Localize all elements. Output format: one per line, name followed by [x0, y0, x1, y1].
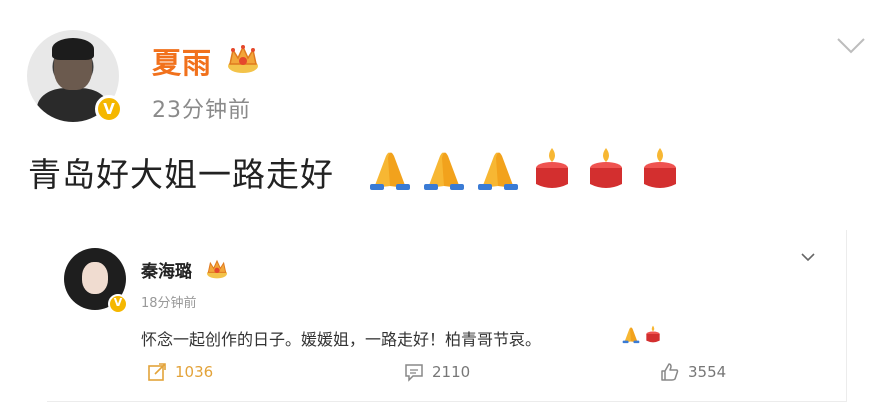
post-timestamp: 23分钟前 — [152, 98, 251, 123]
vip-crown-icon — [207, 259, 227, 279]
like-button[interactable]: 3554 — [660, 362, 726, 382]
repost-text: 怀念一起创作的日子。媛媛姐，一路走好！柏青哥节哀。 — [141, 330, 542, 349]
candle-emoji-icon — [644, 148, 676, 188]
candle-emoji-icon — [536, 148, 568, 188]
post-text: 青岛好大姐一路走好 — [28, 155, 334, 194]
like-count: 3554 — [688, 363, 727, 381]
post-emoji-row — [366, 146, 684, 190]
comment-button[interactable]: 2110 — [404, 362, 470, 382]
chevron-down-icon[interactable] — [801, 252, 815, 262]
comment-count: 2110 — [432, 363, 471, 381]
pray-emoji-icon — [478, 152, 518, 190]
repost-author-name[interactable]: 秦海璐 — [141, 257, 192, 282]
pray-emoji-icon — [424, 152, 464, 190]
repost-timestamp: 18分钟前 — [141, 296, 197, 311]
verified-badge-icon: V — [108, 294, 128, 314]
action-bar: 1036 2110 3554 — [47, 362, 847, 390]
vip-crown-icon — [228, 45, 258, 73]
post-author-name[interactable]: 夏雨 — [152, 40, 212, 82]
repost-card[interactable]: V 秦海璐 18分钟前 怀念一起创作的日子。媛媛姐，一路走好！柏青哥节哀。 10… — [47, 230, 847, 402]
share-icon — [148, 363, 166, 381]
repost-emoji-row — [621, 324, 663, 344]
chevron-down-icon[interactable] — [836, 36, 866, 56]
repost-button[interactable]: 1036 — [147, 362, 213, 382]
pray-emoji-icon — [370, 152, 410, 190]
repost-count: 1036 — [175, 363, 214, 381]
thumbs-up-icon — [661, 363, 679, 381]
pray-emoji-icon — [622, 327, 640, 344]
verified-badge-icon: V — [95, 95, 123, 123]
candle-emoji-icon — [646, 325, 660, 343]
candle-emoji-icon — [590, 148, 622, 188]
comment-icon — [405, 364, 423, 382]
